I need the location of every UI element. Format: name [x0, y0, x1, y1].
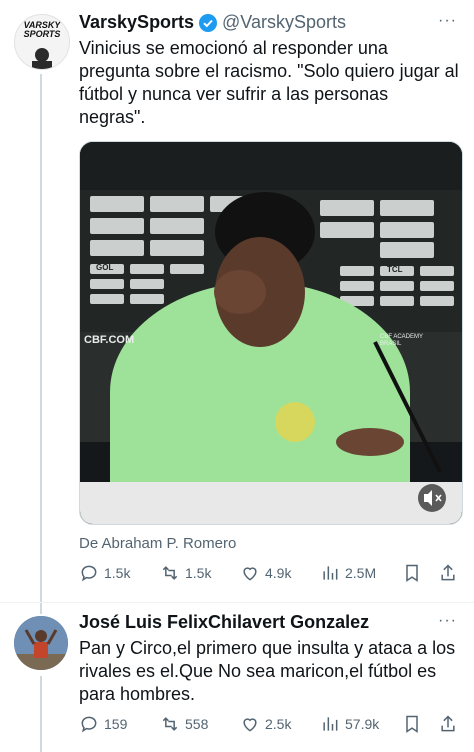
thread-line: [40, 74, 42, 614]
views-count: 57.9k: [345, 716, 380, 732]
retweet-icon: [162, 566, 178, 580]
retweet-count: 1.5k: [185, 565, 212, 581]
heart-icon: [243, 718, 257, 732]
share-button[interactable]: [438, 714, 463, 734]
reply-button[interactable]: 159: [79, 714, 127, 734]
author-handle[interactable]: @VarskySports: [222, 12, 346, 33]
wall-tag-tcl: TCL: [387, 265, 403, 274]
bookmark-button[interactable]: [402, 563, 427, 583]
retweet-count: 558: [185, 716, 209, 732]
wall-tag-gol: GOL: [96, 263, 114, 272]
avatar[interactable]: [14, 616, 68, 670]
retweet-button[interactable]: 1.5k: [160, 563, 211, 583]
academy-text: CBF ACADEMY BRASIL: [380, 334, 423, 347]
tweet-text: Vinicius se emocionó al responder una pr…: [79, 38, 459, 127]
retweet-icon: [162, 717, 178, 731]
like-button[interactable]: 4.9k: [240, 563, 291, 583]
reply-count: 1.5k: [104, 565, 131, 581]
bookmark-icon: [406, 564, 418, 582]
share-icon: [441, 564, 455, 581]
reply-icon: [81, 565, 97, 582]
sponsor-cbf-text: CBF.COM: [84, 334, 135, 346]
tweet-video[interactable]: CBF.COM GOL TCL CBF ACADEMY BRASIL: [79, 141, 463, 525]
like-count: 2.5k: [265, 716, 292, 732]
share-icon: [441, 715, 455, 732]
avatar-person-icon: [32, 48, 52, 69]
divider: [0, 602, 474, 603]
verified-badge-icon: [199, 14, 217, 32]
views-icon: [323, 566, 338, 580]
views-button[interactable]: 57.9k: [320, 714, 379, 734]
media-credit[interactable]: De Abraham P. Romero: [79, 535, 236, 552]
reply-count: 159: [104, 716, 128, 732]
author-name[interactable]: José Luis FelixChilavert Gonzalez: [79, 612, 369, 633]
avatar[interactable]: VARSKY SPORTS: [14, 14, 70, 70]
video-frame: [80, 142, 462, 524]
share-button[interactable]: [438, 563, 463, 583]
reply-button[interactable]: 1.5k: [79, 563, 130, 583]
retweet-button[interactable]: 558: [160, 714, 208, 734]
more-options-button[interactable]: ···: [438, 612, 457, 630]
bookmark-icon: [406, 715, 418, 733]
views-button[interactable]: 2.5M: [320, 563, 376, 583]
thread-line: [40, 676, 42, 752]
reply-icon: [81, 716, 97, 733]
views-count: 2.5M: [345, 565, 377, 581]
author-name[interactable]: VarskySports: [79, 12, 194, 33]
like-count: 4.9k: [265, 565, 292, 581]
bookmark-button[interactable]: [402, 714, 427, 734]
heart-icon: [243, 567, 257, 581]
like-button[interactable]: 2.5k: [240, 714, 291, 734]
avatar-photo: [14, 616, 68, 670]
more-options-button[interactable]: ···: [438, 12, 457, 30]
tweet-text: Pan y Circo,el primero que insulta y ata…: [79, 638, 456, 704]
views-icon: [323, 717, 338, 731]
